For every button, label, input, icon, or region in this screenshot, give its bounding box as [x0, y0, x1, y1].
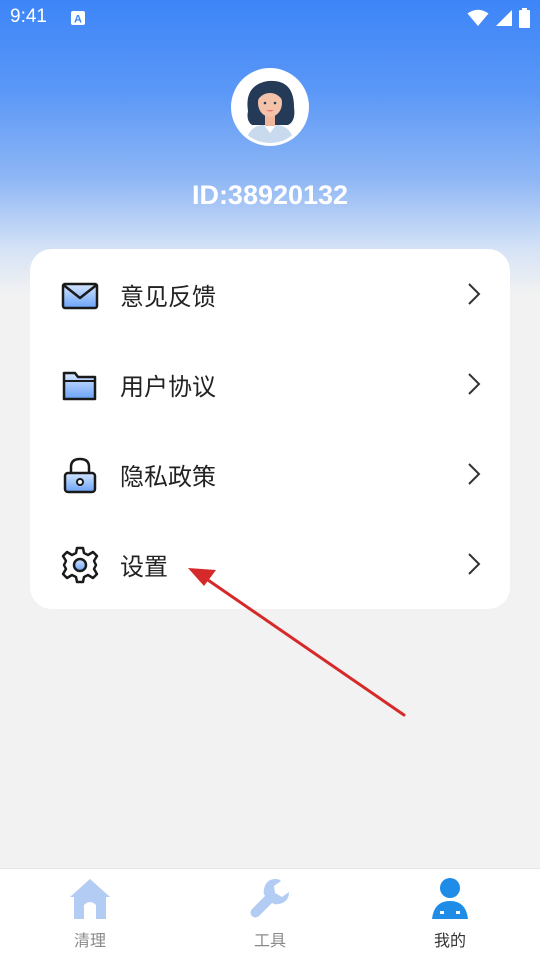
tab-tools[interactable]: 工具 [180, 869, 360, 961]
menu-item-user-agreement[interactable]: 用户协议 [30, 339, 510, 429]
lock-icon [63, 457, 97, 494]
menu-item-feedback[interactable]: 意见反馈 [30, 249, 510, 339]
menu-item-privacy-policy[interactable]: 隐私政策 [30, 429, 510, 519]
home-icon [70, 879, 110, 919]
menu-card: 意见反馈 用户协议 隐私政策 设置 [30, 249, 510, 609]
chevron-right-icon [468, 373, 481, 395]
chevron-right-icon [468, 553, 481, 575]
wifi-icon [467, 9, 489, 26]
signal-icon [496, 10, 512, 26]
envelope-icon [61, 282, 99, 310]
tab-mine[interactable]: 我的 [360, 869, 540, 961]
menu-item-label: 用户协议 [120, 373, 216, 401]
folder-icon [62, 371, 97, 401]
status-time: 9:41 [10, 6, 47, 27]
battery-icon [519, 8, 530, 28]
svg-text:A: A [74, 14, 82, 26]
menu-item-label: 隐私政策 [120, 463, 216, 491]
tab-clean[interactable]: 清理 [0, 869, 180, 961]
menu-item-settings[interactable]: 设置 [30, 519, 510, 609]
user-id: ID:38920132 [191, 180, 349, 210]
bottom-tab-bar: 清理 工具 我的 [0, 868, 540, 961]
tab-label: 清理 [73, 931, 106, 950]
wrench-icon [250, 879, 289, 918]
person-icon [432, 878, 468, 919]
avatar[interactable] [231, 68, 309, 146]
menu-item-label: 意见反馈 [120, 283, 216, 311]
menu-item-label: 设置 [120, 553, 168, 581]
tab-label: 工具 [253, 931, 286, 950]
chevron-right-icon [468, 283, 481, 305]
a-square-icon: A [71, 11, 85, 26]
woman-avatar-icon [234, 71, 306, 143]
status-bar: 9:41 A [0, 0, 540, 36]
chevron-right-icon [468, 463, 481, 485]
gear-icon [61, 546, 99, 584]
tab-label: 我的 [433, 931, 466, 950]
